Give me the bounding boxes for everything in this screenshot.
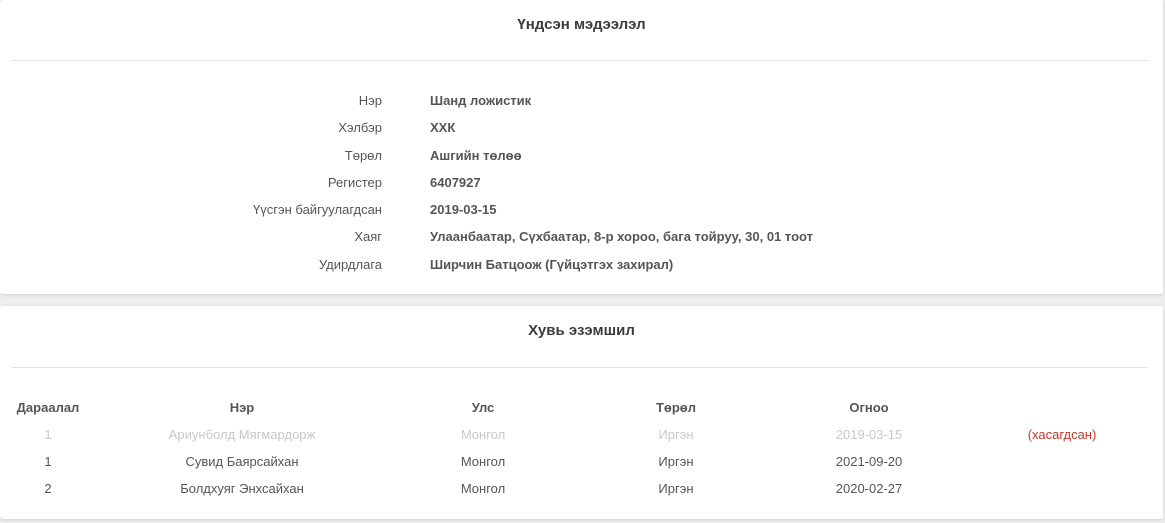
removed-status-label: (хасагдсан) bbox=[1027, 427, 1097, 442]
info-value: 6407927 bbox=[430, 175, 481, 190]
basic-info-title: Үндсэн мэдээлэл bbox=[517, 16, 646, 33]
info-value: 2019-03-15 bbox=[430, 202, 497, 217]
cell-order: 1 bbox=[44, 454, 52, 469]
table-row: 1 Сувид Баярсайхан Монгол Иргэн 2021-09-… bbox=[0, 453, 1163, 471]
cell-country: Монгол bbox=[460, 481, 506, 496]
cell-country: Монгол bbox=[460, 427, 506, 442]
info-value: Улаанбаатар, Сүхбаатар, 8-р хороо, бага … bbox=[430, 229, 814, 244]
cell-name: Сувид Баярсайхан bbox=[185, 454, 299, 469]
column-header-name: Нэр bbox=[229, 400, 255, 415]
cell-date: 2020-02-27 bbox=[835, 481, 903, 496]
info-row-type: Төрөл Ашгийн төлөө bbox=[0, 146, 1163, 166]
info-label: Удирдлага bbox=[318, 257, 382, 272]
column-header-date: Огноо bbox=[849, 400, 889, 415]
info-value: ХХК bbox=[430, 120, 456, 135]
info-label: Төрөл bbox=[344, 148, 382, 163]
cell-order: 1 bbox=[44, 427, 52, 442]
cell-country: Монгол bbox=[460, 454, 506, 469]
cell-type: Иргэн bbox=[658, 427, 694, 442]
info-row-register: Регистер 6407927 bbox=[0, 173, 1163, 193]
column-header-country: Улс bbox=[471, 400, 495, 415]
shareholding-title: Хувь эзэмшил bbox=[528, 322, 635, 339]
info-label: Регистер bbox=[327, 175, 382, 190]
cell-date: 2021-09-20 bbox=[835, 454, 903, 469]
info-label: Нэр bbox=[358, 93, 382, 108]
info-row-name: Нэр Шанд ложистик bbox=[0, 91, 1163, 111]
cell-type: Иргэн bbox=[658, 454, 694, 469]
cell-date: 2019-03-15 bbox=[835, 427, 903, 442]
info-row-address: Хаяг Улаанбаатар, Сүхбаатар, 8-р хороо, … bbox=[0, 227, 1163, 247]
info-value: Шанд ложистик bbox=[430, 93, 532, 108]
info-label: Хэлбэр bbox=[338, 120, 382, 135]
basic-info-divider bbox=[11, 60, 1148, 61]
cell-type: Иргэн bbox=[658, 481, 694, 496]
cell-name: Болдхуяг Энхсайхан bbox=[180, 481, 304, 496]
cell-name: Ариунболд Мягмардорж bbox=[168, 427, 316, 442]
shareholding-card: Хувь эзэмшил Дараалал Нэр Улс Төрөл Огно… bbox=[0, 306, 1163, 519]
info-row-founded: Үүсгэн байгуулагдсан 2019-03-15 bbox=[0, 200, 1163, 220]
info-row-form: Хэлбэр ХХК bbox=[0, 118, 1163, 138]
table-row: 2 Болдхуяг Энхсайхан Монгол Иргэн 2020-0… bbox=[0, 480, 1163, 498]
info-value: Ширчин Батцоож (Гүйцэтгэх захирал) bbox=[430, 257, 674, 272]
info-value: Ашгийн төлөө bbox=[430, 148, 522, 163]
info-row-management: Удирдлага Ширчин Батцоож (Гүйцэтгэх захи… bbox=[0, 255, 1163, 275]
column-header-type: Төрөл bbox=[655, 400, 697, 415]
info-label: Үүсгэн байгуулагдсан bbox=[253, 202, 382, 217]
table-row: 1 Ариунболд Мягмардорж Монгол Иргэн 2019… bbox=[0, 426, 1163, 444]
column-header-order: Дараалал bbox=[16, 400, 80, 415]
cell-order: 2 bbox=[44, 481, 52, 496]
info-label: Хаяг bbox=[354, 229, 382, 244]
shareholding-divider bbox=[11, 367, 1148, 368]
basic-info-card: Үндсэн мэдээлэл Нэр Шанд ложистик Хэлбэр… bbox=[0, 0, 1163, 294]
